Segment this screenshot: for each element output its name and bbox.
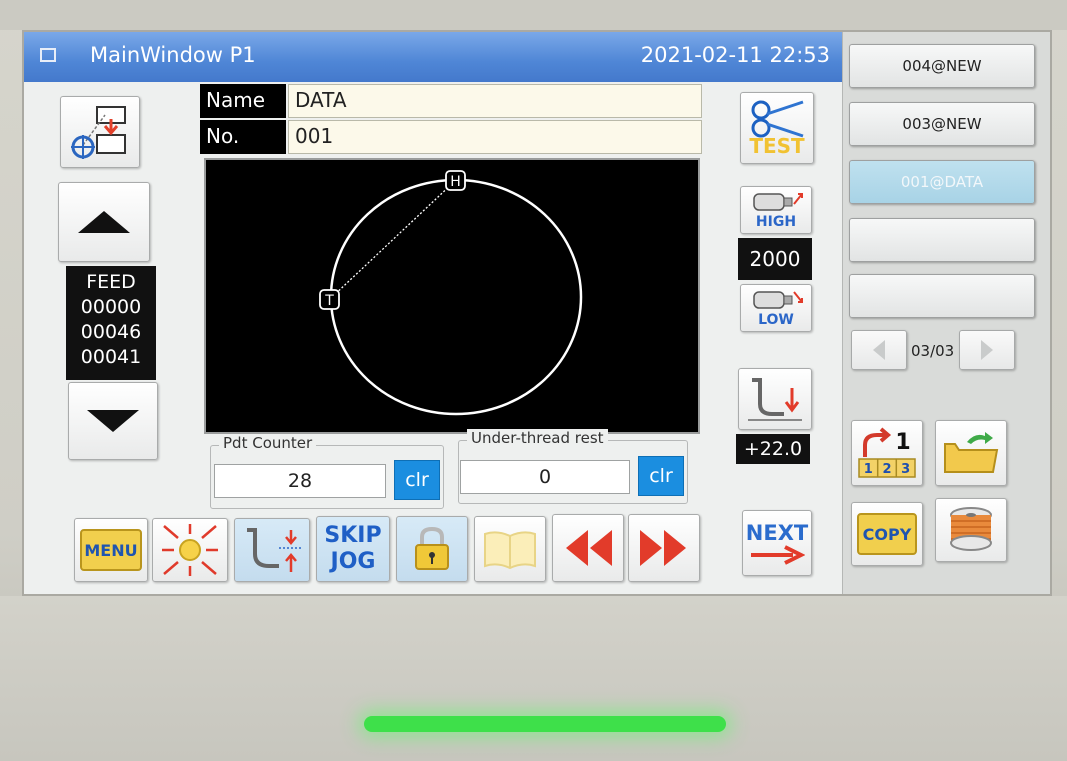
device-bezel-top bbox=[0, 0, 1067, 30]
presser-foot-icon bbox=[748, 378, 802, 421]
pattern-circle bbox=[329, 178, 583, 416]
main-area: Name DATA No. 001 FEED 00000 00046 00041… bbox=[24, 82, 842, 594]
jog-label: JOG bbox=[330, 549, 376, 574]
touch-screen: MainWindow P1 2021-02-11 22:53 Name DATA… bbox=[24, 32, 1050, 594]
rewind-button[interactable] bbox=[552, 514, 624, 582]
thread-marker: T bbox=[324, 293, 334, 309]
origin-return-icon bbox=[71, 106, 126, 159]
skip-jog-button[interactable]: SKIP JOG bbox=[316, 516, 390, 582]
open-folder-button[interactable] bbox=[935, 420, 1007, 486]
device-bezel-bottom bbox=[0, 596, 1067, 761]
feed-value-2: 00046 bbox=[80, 321, 142, 343]
lock-button[interactable] bbox=[396, 516, 468, 582]
presser-step-button[interactable] bbox=[234, 518, 310, 582]
under-thread-clear-button[interactable]: clr bbox=[638, 456, 684, 496]
menu-folder-icon: MENU bbox=[80, 529, 142, 571]
copy-button[interactable]: COPY bbox=[851, 502, 923, 566]
origin-return-button[interactable] bbox=[60, 96, 140, 168]
rewind-icon bbox=[566, 530, 612, 566]
arrow-right-icon bbox=[751, 545, 805, 565]
window-title: MainWindow P1 bbox=[90, 43, 256, 67]
fast-forward-icon bbox=[640, 530, 686, 566]
speed-value: 2000 bbox=[738, 238, 812, 280]
program-item-empty-2[interactable] bbox=[849, 274, 1035, 318]
feed-display: FEED 00000 00046 00041 bbox=[66, 266, 156, 380]
program-item-003[interactable]: 003@NEW bbox=[849, 102, 1035, 146]
low-label: LOW bbox=[758, 312, 794, 328]
sequence-digit-3: 3 bbox=[901, 462, 910, 477]
under-thread-value: 0 bbox=[460, 460, 630, 494]
scroll-down-button[interactable] bbox=[68, 382, 158, 460]
manual-button[interactable] bbox=[474, 516, 546, 582]
arrow-down-icon bbox=[87, 410, 139, 432]
home-marker: H bbox=[450, 174, 461, 190]
feed-value-3: 00041 bbox=[80, 346, 142, 368]
menu-button[interactable]: MENU bbox=[74, 518, 148, 582]
program-item-001[interactable]: 001@DATA bbox=[849, 160, 1035, 204]
pdt-counter-label: Pdt Counter bbox=[219, 434, 317, 452]
pdt-clear-button[interactable]: clr bbox=[394, 460, 440, 500]
chevron-right-icon bbox=[981, 340, 993, 360]
sequence-digit-1: 1 bbox=[864, 462, 873, 477]
speed-high-button[interactable]: HIGH bbox=[740, 186, 812, 234]
datetime: 2021-02-11 22:53 bbox=[640, 43, 830, 67]
bobbin-button[interactable] bbox=[935, 498, 1007, 562]
feed-value-1: 00000 bbox=[80, 296, 142, 318]
program-item-empty-1[interactable] bbox=[849, 218, 1035, 262]
next-label: NEXT bbox=[745, 521, 809, 545]
window-icon bbox=[40, 48, 56, 62]
book-icon bbox=[484, 531, 536, 570]
feed-label: FEED bbox=[86, 271, 136, 293]
pdt-counter-value: 28 bbox=[214, 464, 386, 498]
chevron-left-icon bbox=[873, 340, 885, 360]
lock-icon bbox=[415, 526, 449, 570]
scroll-up-button[interactable] bbox=[58, 182, 150, 262]
program-panel: 004@NEW 003@NEW 001@DATA 03/03 1 1 2 3 C… bbox=[842, 32, 1050, 594]
light-button[interactable] bbox=[152, 518, 228, 582]
skip-label: SKIP bbox=[324, 523, 382, 548]
presser-value: +22.0 bbox=[736, 434, 810, 464]
copy-label: COPY bbox=[862, 524, 912, 544]
number-field[interactable]: 001 bbox=[288, 120, 702, 154]
folder-open-icon bbox=[944, 432, 999, 473]
number-label: No. bbox=[200, 120, 286, 154]
thread-spool-icon bbox=[950, 507, 992, 551]
next-button[interactable]: NEXT bbox=[742, 510, 812, 576]
pattern-canvas[interactable]: H T bbox=[204, 158, 700, 434]
title-bar: MainWindow P1 2021-02-11 22:53 bbox=[24, 32, 842, 82]
presser-foot-button[interactable] bbox=[738, 368, 812, 430]
page-prev-button[interactable] bbox=[851, 330, 907, 370]
light-burst-icon bbox=[162, 524, 218, 576]
presser-step-icon bbox=[247, 528, 301, 572]
program-item-004[interactable]: 004@NEW bbox=[849, 44, 1035, 88]
speed-low-button[interactable]: LOW bbox=[740, 284, 812, 332]
copy-folder-icon: COPY bbox=[857, 513, 917, 555]
pattern-drawing: H T bbox=[319, 170, 583, 416]
sequence-digit-2: 2 bbox=[882, 462, 891, 477]
high-label: HIGH bbox=[755, 214, 797, 230]
pattern-path-line bbox=[329, 179, 457, 300]
arrow-up-icon bbox=[78, 211, 130, 233]
name-label: Name bbox=[200, 84, 286, 118]
name-field[interactable]: DATA bbox=[288, 84, 702, 118]
fast-forward-button[interactable] bbox=[628, 514, 700, 582]
sequence-number-icon: 1 1 2 3 bbox=[858, 427, 916, 478]
under-thread-label: Under-thread rest bbox=[467, 429, 608, 447]
scissors-icon bbox=[751, 100, 804, 138]
motor-icon-low bbox=[753, 291, 803, 309]
menu-label: MENU bbox=[84, 540, 138, 560]
test-button[interactable]: TEST bbox=[740, 92, 814, 164]
test-label: TEST bbox=[749, 134, 805, 158]
motor-icon bbox=[753, 193, 803, 211]
page-next-button[interactable] bbox=[959, 330, 1015, 370]
page-indicator: 03/03 bbox=[911, 342, 955, 360]
sequence-number-button[interactable]: 1 1 2 3 bbox=[851, 420, 923, 486]
status-led bbox=[364, 716, 726, 732]
sequence-number: 1 bbox=[895, 430, 910, 455]
